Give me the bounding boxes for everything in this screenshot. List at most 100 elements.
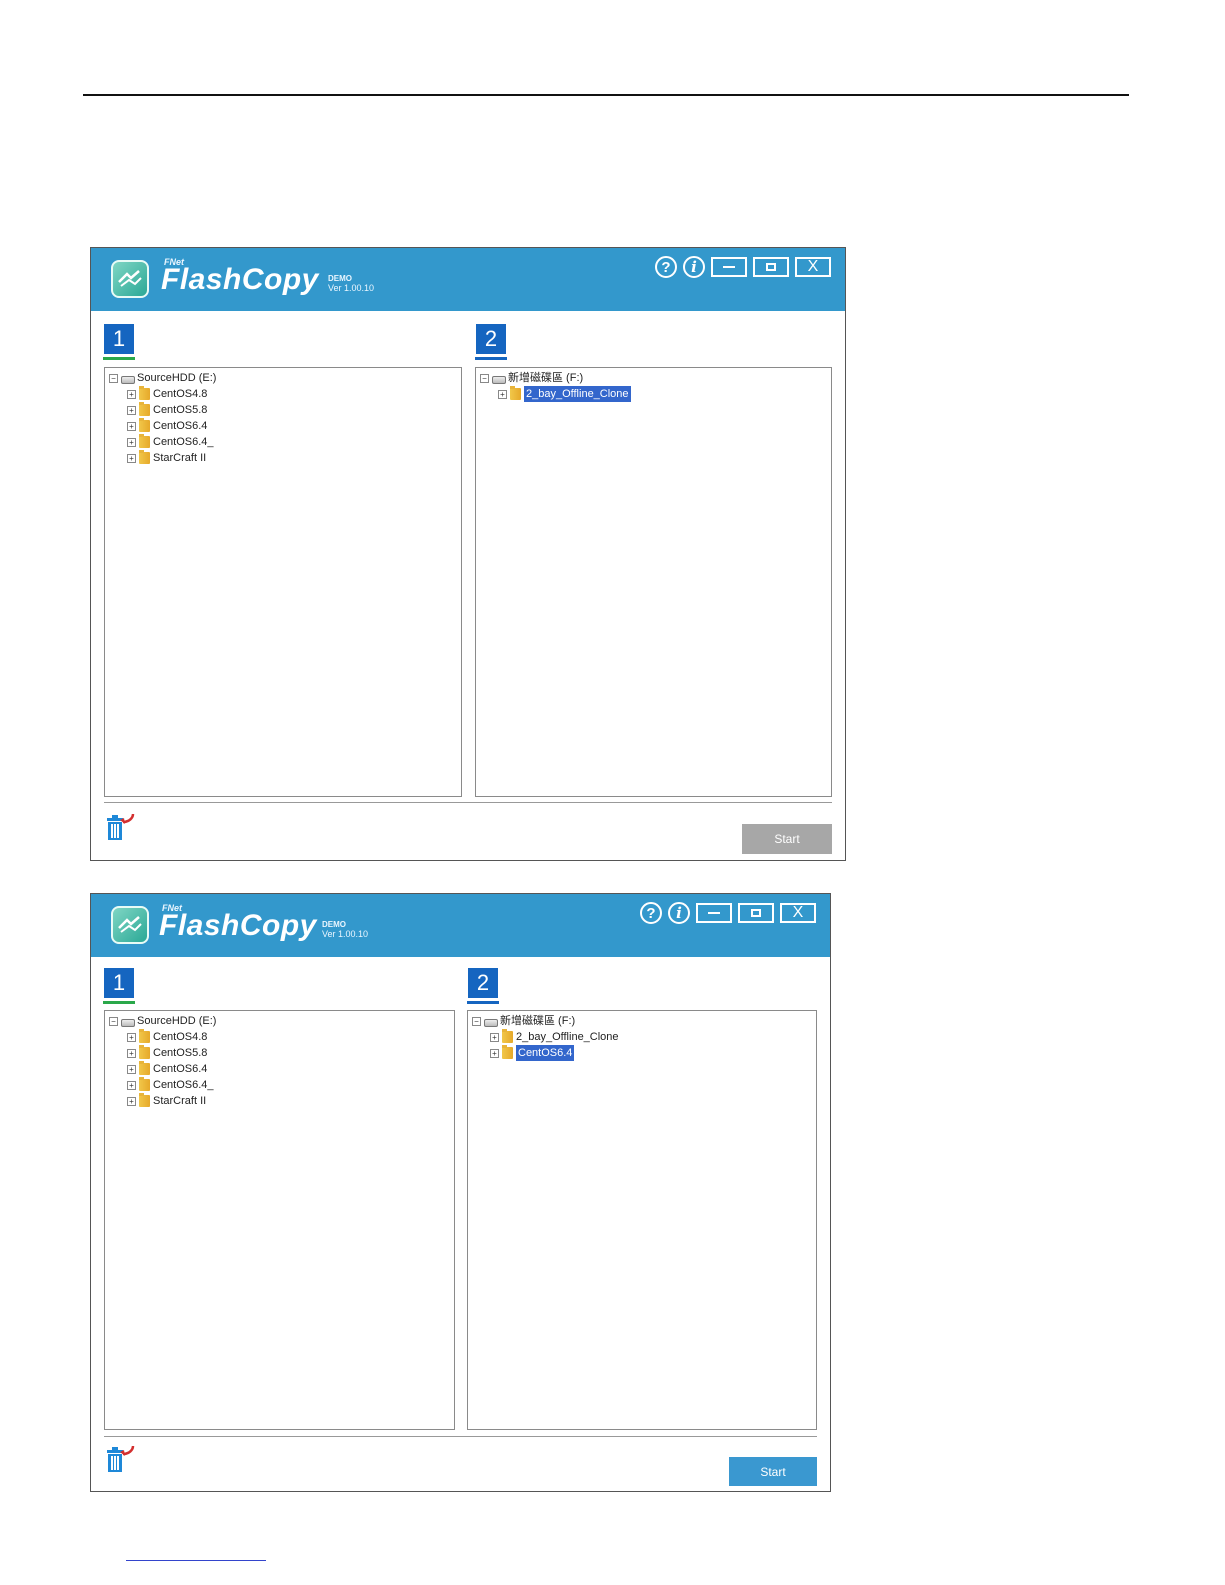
tree-root-label: SourceHDD (E:) bbox=[137, 372, 217, 384]
tree-item[interactable]: + CentOS4.8 bbox=[109, 386, 461, 402]
folder-icon bbox=[139, 402, 150, 416]
tree-root-label: SourceHDD (E:) bbox=[137, 1015, 217, 1027]
expand-icon[interactable]: + bbox=[127, 437, 136, 447]
close-icon: X bbox=[792, 904, 804, 921]
trash-undo-button[interactable] bbox=[105, 1444, 135, 1472]
folder-icon bbox=[139, 386, 150, 400]
title-bar[interactable]: FNet FlashCopy DEMO Ver 1.00.10 ? i X bbox=[91, 894, 830, 957]
expand-icon[interactable]: + bbox=[490, 1032, 499, 1042]
footer-divider bbox=[104, 802, 832, 803]
expand-icon[interactable]: + bbox=[127, 421, 136, 431]
minimize-button[interactable] bbox=[711, 257, 747, 277]
expand-icon[interactable]: + bbox=[127, 1032, 136, 1042]
start-button[interactable]: Start bbox=[742, 824, 832, 854]
tree-item-label: 2_bay_Offline_Clone bbox=[516, 1031, 619, 1043]
info-icon[interactable]: i bbox=[668, 902, 690, 924]
tree-item-label: CentOS5.8 bbox=[153, 1047, 208, 1059]
tree-item[interactable]: +2_bay_Offline_Clone bbox=[480, 386, 831, 402]
drive-icon bbox=[484, 1019, 498, 1027]
step-source-underline bbox=[103, 1001, 135, 1004]
page-header-rule bbox=[83, 94, 1129, 96]
tree-root-target[interactable]: − 新增磁碟區 (F:) bbox=[472, 1013, 816, 1029]
folder-icon bbox=[139, 1029, 150, 1043]
tree-root-source[interactable]: − SourceHDD (E:) bbox=[109, 370, 461, 386]
version-label: Ver 1.00.10 bbox=[328, 283, 375, 293]
tree-item-label: CentOS4.8 bbox=[153, 1031, 208, 1043]
help-icon[interactable]: ? bbox=[640, 902, 662, 924]
minimize-button[interactable] bbox=[696, 903, 732, 923]
help-icon[interactable]: ? bbox=[655, 256, 677, 278]
step-target-underline bbox=[475, 357, 507, 360]
tree-item-label-selected: 2_bay_Offline_Clone bbox=[524, 386, 631, 402]
tree-item-label: CentOS6.4_ bbox=[153, 1079, 214, 1091]
trash-icon bbox=[107, 813, 135, 840]
tree-item-label: CentOS6.4 bbox=[153, 420, 208, 432]
trash-undo-button[interactable] bbox=[105, 812, 135, 840]
maximize-button[interactable] bbox=[738, 903, 774, 923]
flashcopy-window-2: FNet FlashCopy DEMO Ver 1.00.10 ? i X 1 … bbox=[90, 893, 831, 1492]
collapse-icon[interactable]: − bbox=[472, 1016, 481, 1026]
tree-item-label: CentOS4.8 bbox=[153, 388, 208, 400]
edition-label: DEMO bbox=[328, 274, 352, 283]
tree-item[interactable]: + CentOS6.4 bbox=[109, 1061, 454, 1077]
footer-link-underline bbox=[126, 1560, 266, 1561]
maximize-icon bbox=[751, 909, 761, 917]
tree-item-label-selected: CentOS6.4 bbox=[516, 1045, 575, 1061]
tree-item-label: StarCraft II bbox=[153, 1095, 207, 1107]
collapse-icon[interactable]: − bbox=[109, 1016, 118, 1026]
start-button[interactable]: Start bbox=[729, 1457, 817, 1486]
tree-root-label: 新增磁碟區 (F:) bbox=[508, 372, 584, 384]
target-tree-pane[interactable]: − 新增磁碟區 (F:) +2_bay_Offline_Clone + CentO… bbox=[467, 1010, 817, 1430]
expand-icon[interactable]: + bbox=[127, 389, 136, 399]
tree-item[interactable]: +2_bay_Offline_Clone bbox=[472, 1029, 816, 1045]
source-tree-pane[interactable]: − SourceHDD (E:) + CentOS4.8 + CentOS5.8 +… bbox=[104, 1010, 455, 1430]
folder-icon bbox=[139, 1045, 150, 1059]
version-label: Ver 1.00.10 bbox=[322, 929, 369, 939]
expand-icon[interactable]: + bbox=[127, 1048, 136, 1058]
expand-icon[interactable]: + bbox=[127, 405, 136, 415]
info-icon[interactable]: i bbox=[683, 256, 705, 278]
tree-item[interactable]: + CentOS5.8 bbox=[109, 402, 461, 418]
app-logo-icon bbox=[111, 906, 149, 944]
step-source-underline bbox=[103, 357, 135, 360]
expand-icon[interactable]: + bbox=[498, 389, 507, 399]
trash-icon bbox=[107, 1445, 135, 1472]
tree-item[interactable]: + StarCraft II bbox=[109, 1093, 454, 1109]
expand-icon[interactable]: + bbox=[490, 1048, 499, 1058]
expand-icon[interactable]: + bbox=[127, 453, 136, 463]
tree-item[interactable]: + CentOS6.4 bbox=[472, 1045, 816, 1061]
brand-title: FlashCopy bbox=[159, 909, 317, 942]
collapse-icon[interactable]: − bbox=[480, 373, 489, 383]
step-target-underline bbox=[467, 1001, 499, 1004]
tree-item[interactable]: + CentOS5.8 bbox=[109, 1045, 454, 1061]
folder-icon bbox=[139, 1093, 150, 1107]
step-target-badge: 2 bbox=[468, 968, 498, 998]
title-bar[interactable]: FNet FlashCopy DEMO Ver 1.00.10 ? i X bbox=[91, 248, 845, 311]
tree-item[interactable]: + CentOS6.4_ bbox=[109, 434, 461, 450]
folder-icon bbox=[139, 418, 150, 432]
tree-item[interactable]: + CentOS6.4_ bbox=[109, 1077, 454, 1093]
target-tree-pane[interactable]: − 新增磁碟區 (F:) +2_bay_Offline_Clone bbox=[475, 367, 832, 797]
collapse-icon[interactable]: − bbox=[109, 373, 118, 383]
drive-icon bbox=[121, 376, 135, 384]
edition-label: DEMO bbox=[322, 920, 346, 929]
maximize-button[interactable] bbox=[753, 257, 789, 277]
tree-item[interactable]: + CentOS6.4 bbox=[109, 418, 461, 434]
close-button[interactable]: X bbox=[780, 903, 816, 923]
tree-item-label: CentOS5.8 bbox=[153, 404, 208, 416]
tree-root-source[interactable]: − SourceHDD (E:) bbox=[109, 1013, 454, 1029]
expand-icon[interactable]: + bbox=[127, 1064, 136, 1074]
maximize-icon bbox=[766, 263, 776, 271]
close-button[interactable]: X bbox=[795, 257, 831, 277]
tree-item[interactable]: + CentOS4.8 bbox=[109, 1029, 454, 1045]
step-target-badge: 2 bbox=[476, 324, 506, 354]
minimize-icon bbox=[723, 266, 735, 268]
step-source-badge: 1 bbox=[104, 968, 134, 998]
source-tree-pane[interactable]: − SourceHDD (E:) + CentOS4.8 + CentOS5.8 +… bbox=[104, 367, 462, 797]
folder-icon bbox=[139, 1077, 150, 1091]
folder-icon bbox=[510, 386, 521, 400]
expand-icon[interactable]: + bbox=[127, 1096, 136, 1106]
tree-item[interactable]: + StarCraft II bbox=[109, 450, 461, 466]
expand-icon[interactable]: + bbox=[127, 1080, 136, 1090]
tree-root-target[interactable]: − 新增磁碟區 (F:) bbox=[480, 370, 831, 386]
